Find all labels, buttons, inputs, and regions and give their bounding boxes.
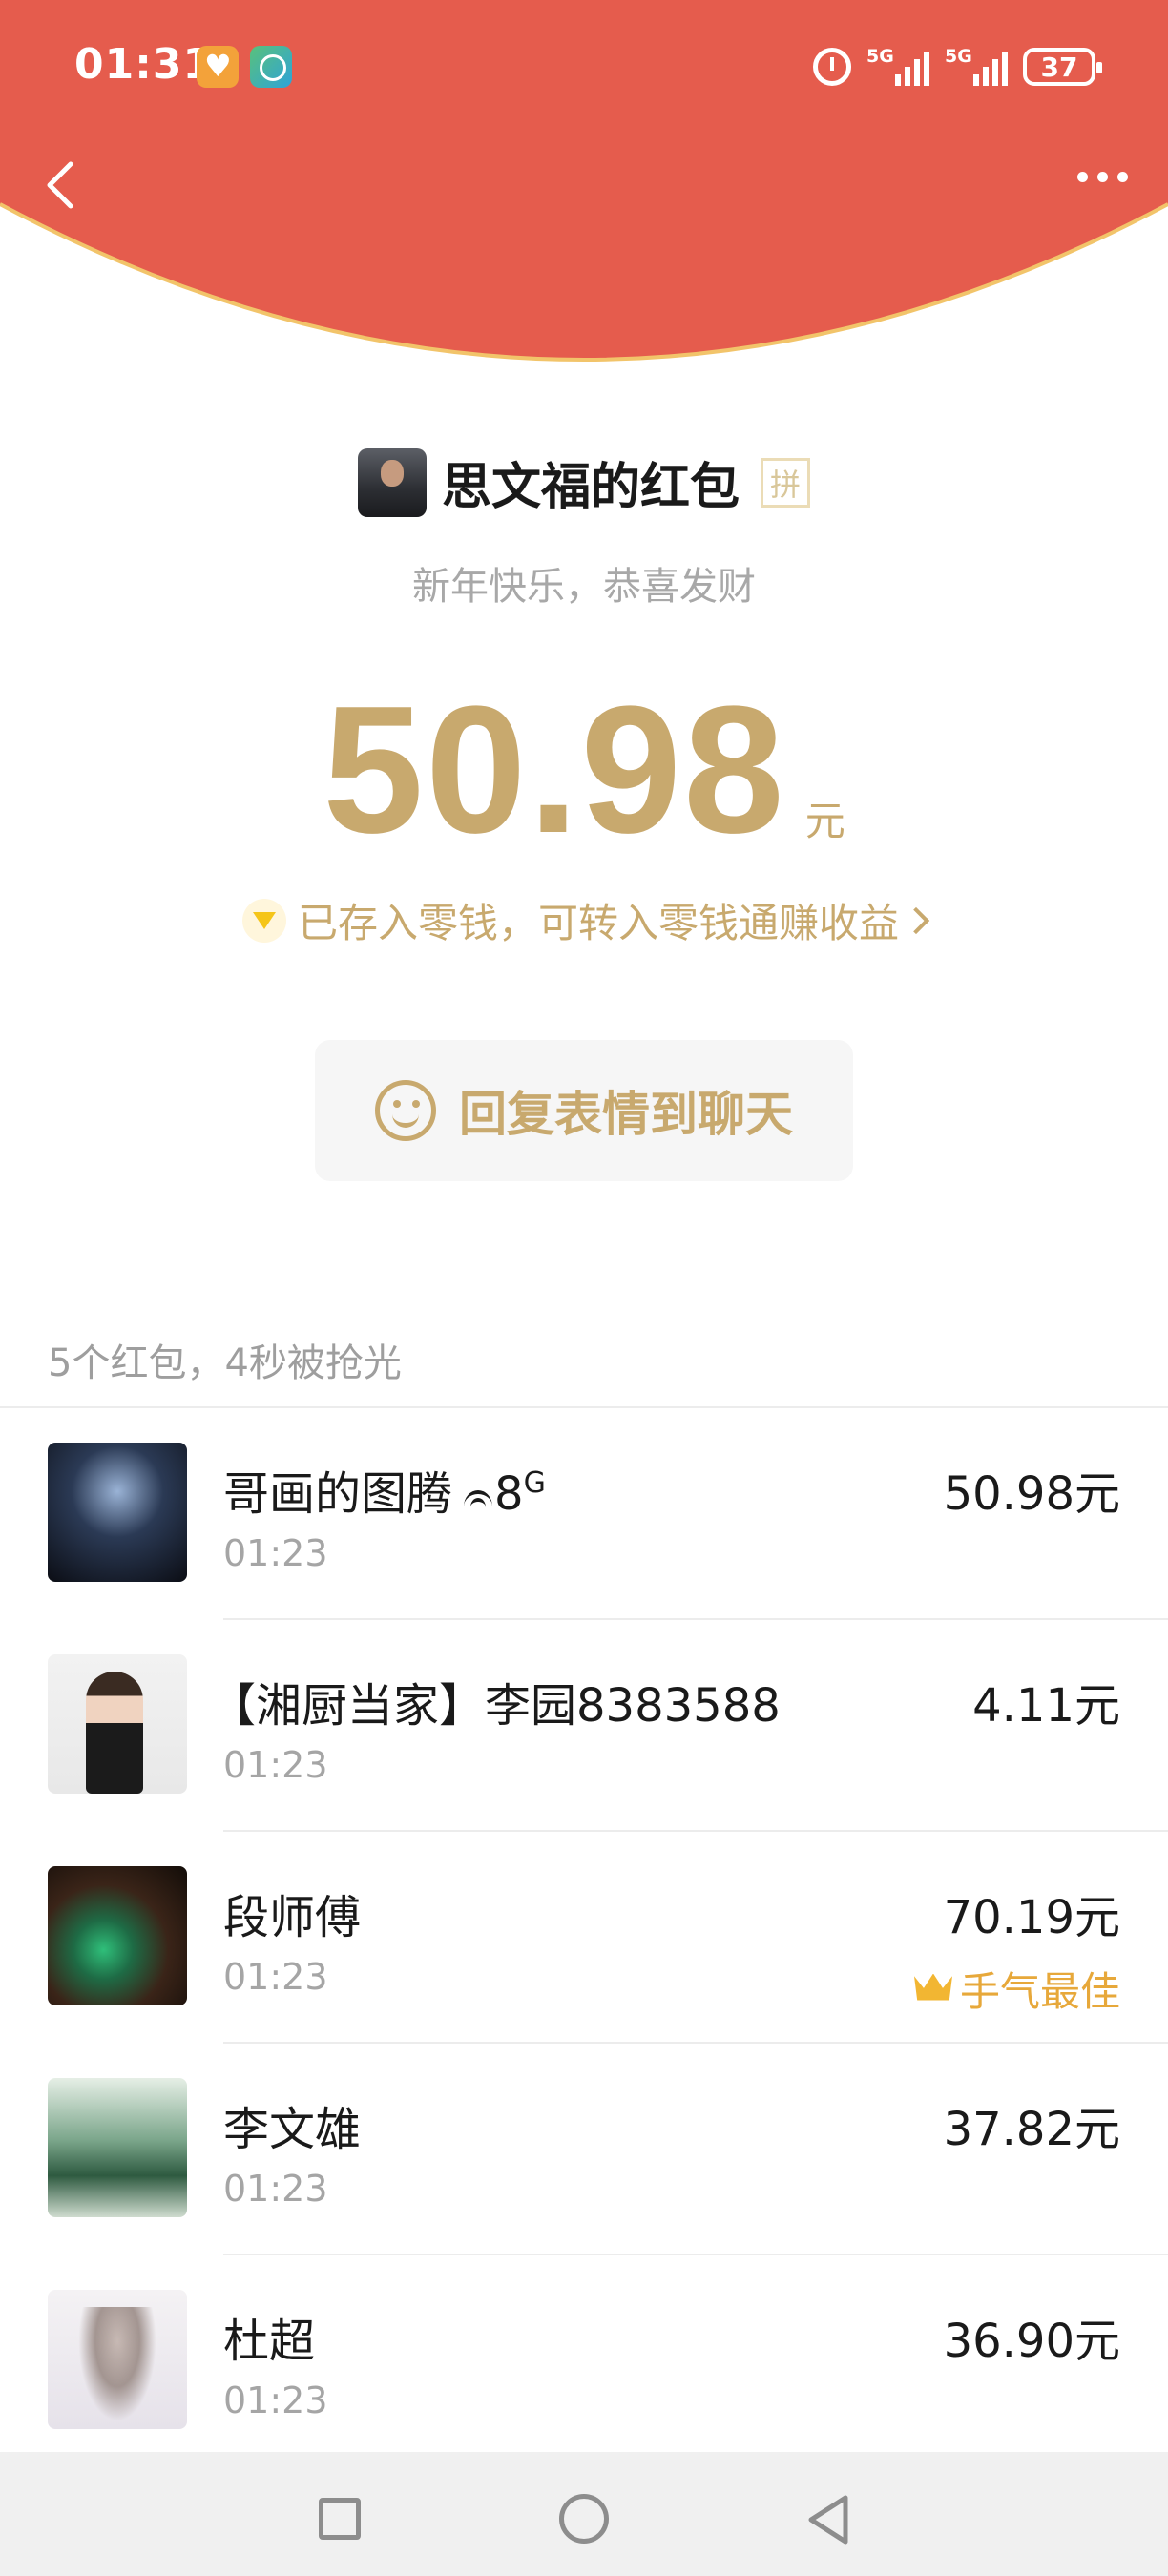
list-item[interactable]: 【湘厨当家】李园8383588 01:23 4.11元 — [0, 1620, 1168, 1832]
diamond-icon — [241, 898, 286, 943]
sender-row: 思文福的红包 拼 — [0, 447, 1168, 518]
best-luck-badge: 手气最佳 — [914, 1960, 1120, 2018]
recipient-amount: 37.82元 — [943, 2103, 1120, 2156]
recipient-time: 01:23 — [223, 1956, 328, 1998]
back-triangle-icon[interactable] — [805, 2494, 851, 2545]
list-item[interactable]: 李文雄 01:23 37.82元 — [0, 2044, 1168, 2255]
amount-unit: 元 — [804, 798, 845, 844]
amount-value: 50.98 — [323, 669, 786, 871]
heart-app-icon — [197, 46, 239, 88]
recipient-name-suffix: 8 — [494, 1467, 524, 1521]
network-type-label: 5G — [945, 46, 972, 67]
signal-icon: 5G — [866, 46, 929, 86]
crown-icon — [914, 1974, 952, 2005]
recipient-name: 哥画的图腾 8G — [223, 1456, 546, 1523]
signal-icon: 5G — [945, 46, 1008, 86]
recipient-time: 01:23 — [223, 1744, 328, 1786]
recipient-avatar[interactable] — [48, 1654, 187, 1794]
battery-icon: 37 — [1023, 48, 1102, 86]
recipient-avatar[interactable] — [48, 2290, 187, 2429]
more-button[interactable] — [1077, 172, 1128, 182]
recipient-avatar[interactable] — [48, 1866, 187, 2005]
wifi-app-icon — [250, 46, 292, 88]
system-nav-bar — [0, 2452, 1168, 2576]
recipient-amount: 36.90元 — [943, 2315, 1120, 2368]
home-circle-icon[interactable] — [559, 2494, 609, 2544]
recents-square-icon[interactable] — [319, 2498, 361, 2540]
recipient-name: 段师傅 — [223, 1891, 362, 1944]
wish-text: 新年快乐，恭喜发财 — [412, 565, 756, 609]
recipient-name: 杜超 — [223, 2315, 316, 2368]
ellipsis-icon — [1077, 172, 1088, 182]
recipient-avatar[interactable] — [48, 1443, 187, 1582]
chevron-right-icon — [902, 906, 930, 934]
alarm-icon — [813, 48, 851, 86]
battery-level: 37 — [1040, 51, 1078, 83]
status-time: 01:31 — [74, 40, 214, 89]
recipient-amount: 50.98元 — [943, 1467, 1120, 1521]
received-amount: 50.98 元 — [0, 679, 1168, 861]
best-luck-label: 手气最佳 — [959, 1968, 1120, 2015]
stored-to-change-link[interactable]: 已存入零钱，可转入零钱通赚收益 — [0, 891, 1168, 949]
wifi-icon — [462, 1485, 494, 1509]
recipient-amount: 4.11元 — [972, 1679, 1120, 1733]
reply-button-label: 回复表情到聊天 — [459, 1087, 793, 1142]
recipient-name-sup: G — [523, 1466, 546, 1500]
recipient-list: 哥画的图腾 8G 01:23 50.98元 【湘厨当家】李园8383588 01:… — [0, 1408, 1168, 2467]
chevron-left-icon — [47, 161, 73, 209]
sender-name: 思文福的红包 — [441, 459, 740, 516]
sender-avatar[interactable] — [357, 447, 427, 517]
grab-summary: 5个红包，4秒被抢光 — [48, 1341, 402, 1385]
recipient-time: 01:23 — [223, 2168, 328, 2210]
status-bar: 01:31 5G 5G 37 — [0, 0, 1168, 134]
list-item[interactable]: 杜超 01:23 36.90元 — [0, 2255, 1168, 2467]
recipient-time: 01:23 — [223, 1532, 328, 1574]
recipient-name-text: 哥画的图腾 — [223, 1467, 453, 1521]
list-item[interactable]: 哥画的图腾 8G 01:23 50.98元 — [0, 1408, 1168, 1620]
network-type-label: 5G — [866, 46, 894, 67]
recipient-time: 01:23 — [223, 2379, 328, 2421]
pin-badge: 拼 — [761, 457, 810, 508]
smiley-icon — [375, 1080, 436, 1141]
back-button[interactable] — [34, 158, 88, 212]
list-item[interactable]: 段师傅 01:23 70.19元 手气最佳 — [0, 1832, 1168, 2044]
reply-sticker-button[interactable]: 回复表情到聊天 — [315, 1040, 853, 1181]
recipient-avatar[interactable] — [48, 2078, 187, 2217]
recipient-name: 李文雄 — [223, 2103, 362, 2156]
stored-note: 已存入零钱，可转入零钱通赚收益 — [297, 900, 899, 946]
recipient-amount: 70.19元 — [943, 1891, 1120, 1944]
recipient-name: 【湘厨当家】李园8383588 — [210, 1679, 781, 1733]
